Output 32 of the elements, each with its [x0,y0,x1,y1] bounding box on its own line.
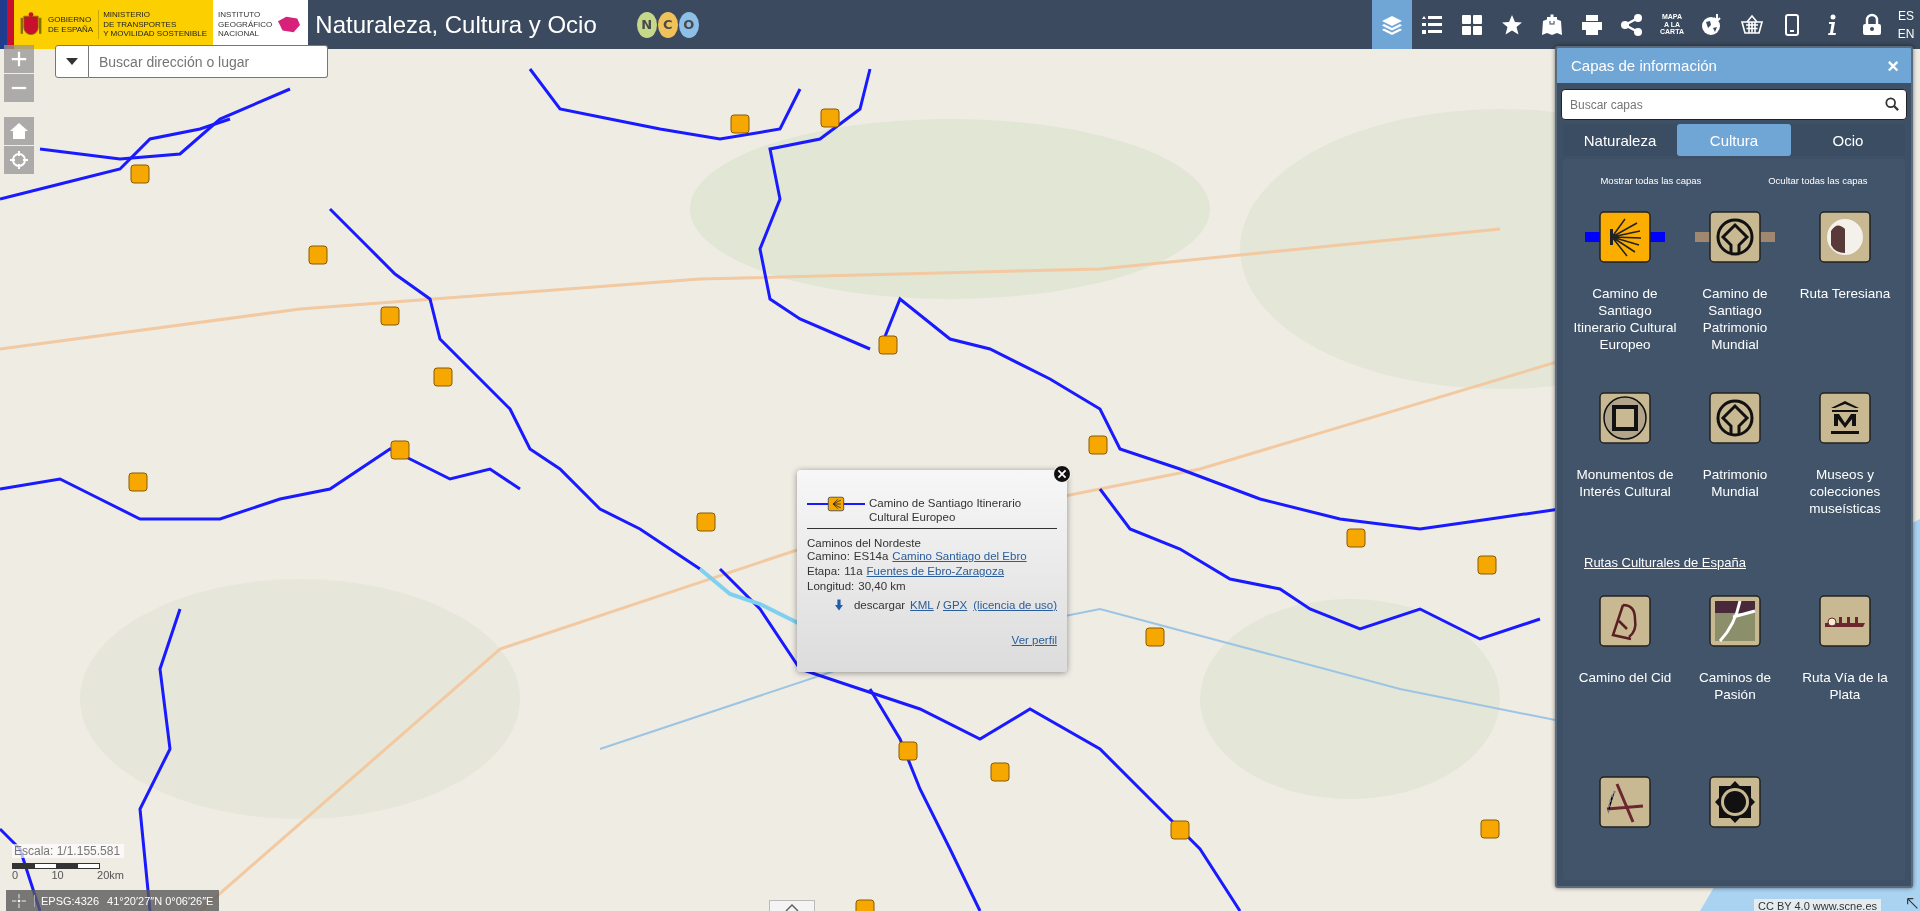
layer-label: Ruta Teresiana [1798,285,1892,302]
scale-tick: 10 [51,869,64,881]
layer-label: Monumentos de Interés Cultural [1575,466,1675,500]
field-value: 11a [844,564,863,579]
coordinates-text: 41°20′27″N 0°06′26″E [107,895,214,907]
download-label: descargar [853,599,906,611]
separator-text: / [936,599,940,611]
layer-label: Patrimonio Mundial [1701,466,1769,500]
layer-label: Camino de Santiago Itinerario Cultural Europeo [1573,285,1677,353]
popup-title: Camino de Santiago Itinerario Cultural Europeo [869,496,1023,524]
field-label: Camino: [807,549,850,564]
field-label: Etapa: [807,564,841,579]
projection-label: EPSG:4326 [34,895,100,907]
app-title: Naturaleza, Cultura y Ocio [315,10,597,39]
layer-label: Camino del Cid [1577,669,1673,686]
scale-tick: 20km [97,869,124,881]
layer-label: Ruta Vía de la Plata [1801,669,1889,703]
layer-label: Museos y colecciones museísticas [1808,466,1882,517]
route-name: Caminos del Nordeste [807,537,922,549]
app-logo: N C O [636,11,699,38]
field-value: 30,40 km [858,579,906,594]
layer-label: Camino de Santiago Patrimonio Mundial [1701,285,1769,353]
attribution-text: CC BY 4.0 www.scne.es [1754,899,1881,911]
panel-title: Capas de información [1571,57,1717,74]
scale-tick: 0 [12,869,19,881]
ministry-logo-text: MINISTERIO DE TRANSPORTES Y MOVILIDAD SOSTENIBLE [98,10,208,39]
field-label: Longitud: [807,579,855,594]
institute-logo-text: INSTITUTO GEOGRÁFICO NACIONAL [218,10,273,39]
field-value: ES14a [853,549,889,564]
layer-label: Caminos de Pasión [1697,669,1772,703]
government-logo-text: GOBIERNO DE ESPAÑA [48,14,94,35]
scale-label: Escala: 1/1.155.581 [12,844,124,858]
